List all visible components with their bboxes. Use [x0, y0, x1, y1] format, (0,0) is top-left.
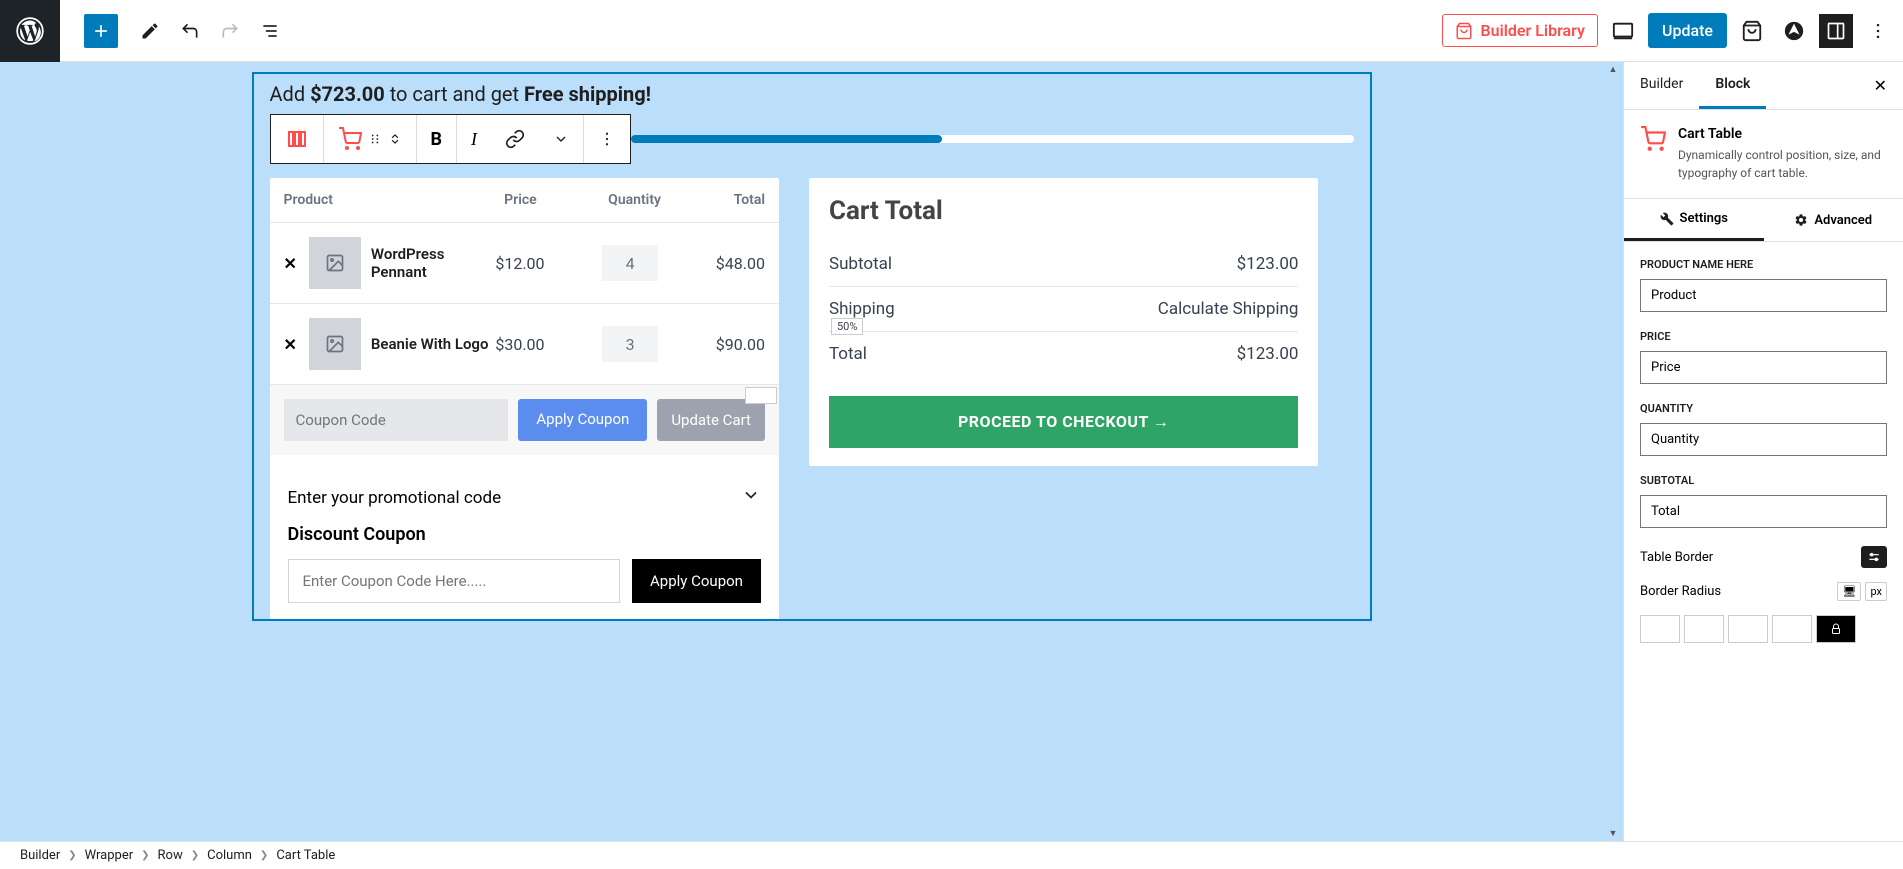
tab-builder[interactable]: Builder	[1624, 62, 1699, 109]
price-input[interactable]	[1640, 351, 1887, 384]
bag-icon[interactable]	[1735, 14, 1769, 48]
bold-button[interactable]: B	[417, 115, 458, 163]
update-cart-button[interactable]: Update Cart 50%	[657, 399, 765, 441]
breadcrumb-item[interactable]: Cart Table	[276, 848, 335, 863]
list-view-icon[interactable]	[250, 11, 290, 51]
br-bottom-right[interactable]	[1728, 615, 1768, 643]
border-radius-inputs	[1640, 615, 1887, 643]
theme-icon[interactable]	[1777, 14, 1811, 48]
total-row: Total$123.00	[829, 332, 1298, 376]
field-label: PRODUCT NAME HERE	[1640, 258, 1887, 271]
settings-icon[interactable]	[1861, 546, 1887, 568]
builder-library-button[interactable]: Builder Library	[1442, 14, 1598, 47]
width-badge: 50%	[745, 387, 777, 404]
promo-title: Discount Coupon	[288, 524, 761, 545]
product-thumb	[309, 237, 361, 289]
block-toolbar: B I	[270, 114, 632, 164]
remove-item-button[interactable]: ✕	[284, 254, 297, 273]
shipping-progress-bar	[631, 135, 1354, 143]
br-top-right[interactable]	[1684, 615, 1724, 643]
unit-px[interactable]: px	[1865, 582, 1887, 601]
edit-icon[interactable]	[130, 11, 170, 51]
desktop-preview-icon[interactable]	[1606, 14, 1640, 48]
subtotal-input[interactable]	[1640, 495, 1887, 528]
promo-code-box: Enter your promotional code Discount Cou…	[270, 469, 779, 619]
breadcrumb-item[interactable]: Column	[207, 848, 252, 863]
block-more-icon[interactable]	[584, 115, 630, 163]
block-title: Cart Table	[1678, 126, 1887, 142]
promo-input[interactable]	[288, 559, 621, 603]
block-description: Dynamically control position, size, and …	[1678, 146, 1887, 182]
remove-item-button[interactable]: ✕	[284, 335, 297, 354]
cart-total-column: Cart Total Subtotal$123.00 ShippingCalcu…	[809, 178, 1318, 466]
columns-block-icon[interactable]	[271, 115, 324, 163]
undo-icon[interactable]	[170, 11, 210, 51]
sidebar-toggle-icon[interactable]	[1819, 14, 1853, 48]
border-radius-label: Border Radius	[1640, 584, 1721, 599]
calculate-shipping-link[interactable]: Calculate Shipping	[1158, 299, 1299, 319]
add-block-button[interactable]	[84, 14, 118, 48]
breadcrumb-item[interactable]: Wrapper	[85, 848, 134, 863]
shipping-row: ShippingCalculate Shipping 50%	[829, 287, 1298, 332]
coupon-input[interactable]	[284, 399, 509, 441]
tab-block[interactable]: Block	[1699, 62, 1766, 109]
br-lock-icon[interactable]	[1816, 615, 1856, 643]
subtab-advanced[interactable]: Advanced	[1764, 199, 1903, 241]
subtotal-row: Subtotal$123.00	[829, 242, 1298, 287]
more-options-icon[interactable]	[1861, 14, 1895, 48]
promo-apply-button[interactable]: Apply Coupon	[632, 559, 761, 603]
subtab-settings[interactable]: Settings	[1624, 199, 1764, 241]
drag-handle-icon[interactable]	[368, 132, 382, 146]
br-top-left[interactable]	[1640, 615, 1680, 643]
breadcrumb-item[interactable]: Row	[158, 848, 183, 863]
more-format-icon[interactable]	[539, 115, 584, 163]
cart-row: ✕ WordPress Pennant $12.00 4 $48.00	[270, 223, 779, 304]
promo-toggle-label: Enter your promotional code	[288, 488, 502, 508]
checkout-button[interactable]: PROCEED TO CHECKOUT →	[829, 396, 1298, 448]
apply-coupon-button[interactable]: Apply Coupon	[518, 399, 647, 441]
qty-input[interactable]: 3	[602, 326, 658, 362]
responsive-icon[interactable]: 🖥	[1837, 582, 1861, 601]
cart-table-column: Product Price Quantity Total ✕ WordPress…	[270, 178, 779, 619]
chevron-down-icon[interactable]	[741, 485, 761, 510]
link-button[interactable]	[491, 115, 539, 163]
table-border-label: Table Border	[1640, 550, 1713, 565]
settings-sidebar: Builder Block ✕ Cart Table Dynamically c…	[1623, 62, 1903, 841]
top-bar: Builder Library Update	[0, 0, 1903, 62]
breadcrumb-item[interactable]: Builder	[20, 848, 60, 863]
breadcrumb-bar: Builder❯ Wrapper❯ Row❯ Column❯ Cart Tabl…	[0, 841, 1903, 869]
redo-icon[interactable]	[210, 11, 250, 51]
qty-input[interactable]: 4	[602, 245, 658, 281]
free-shipping-banner: Add $723.00 to cart and get Free shippin…	[270, 74, 1354, 114]
cart-total-title: Cart Total	[829, 196, 1298, 226]
field-label: QUANTITY	[1640, 402, 1887, 415]
field-label: PRICE	[1640, 330, 1887, 343]
wordpress-logo[interactable]	[0, 0, 60, 62]
width-badge: 50%	[831, 318, 863, 335]
cart-header-row: Product Price Quantity Total	[270, 178, 779, 223]
cart-table-icon	[1640, 126, 1666, 182]
quantity-input[interactable]	[1640, 423, 1887, 456]
product-name-input[interactable]	[1640, 279, 1887, 312]
br-bottom-left[interactable]	[1772, 615, 1812, 643]
cart-row: ✕ Beanie With Logo $30.00 3 $90.00	[270, 304, 779, 385]
editor-canvas[interactable]: ▲ Add $723.00 to cart and get Free shipp…	[0, 62, 1623, 841]
italic-button[interactable]: I	[457, 115, 491, 163]
close-sidebar-icon[interactable]: ✕	[1858, 62, 1903, 109]
cart-block-icon[interactable]	[324, 115, 417, 163]
update-button[interactable]: Update	[1648, 13, 1727, 48]
field-label: SUBTOTAL	[1640, 474, 1887, 487]
product-thumb	[309, 318, 361, 370]
move-updown-icon[interactable]	[388, 127, 402, 151]
